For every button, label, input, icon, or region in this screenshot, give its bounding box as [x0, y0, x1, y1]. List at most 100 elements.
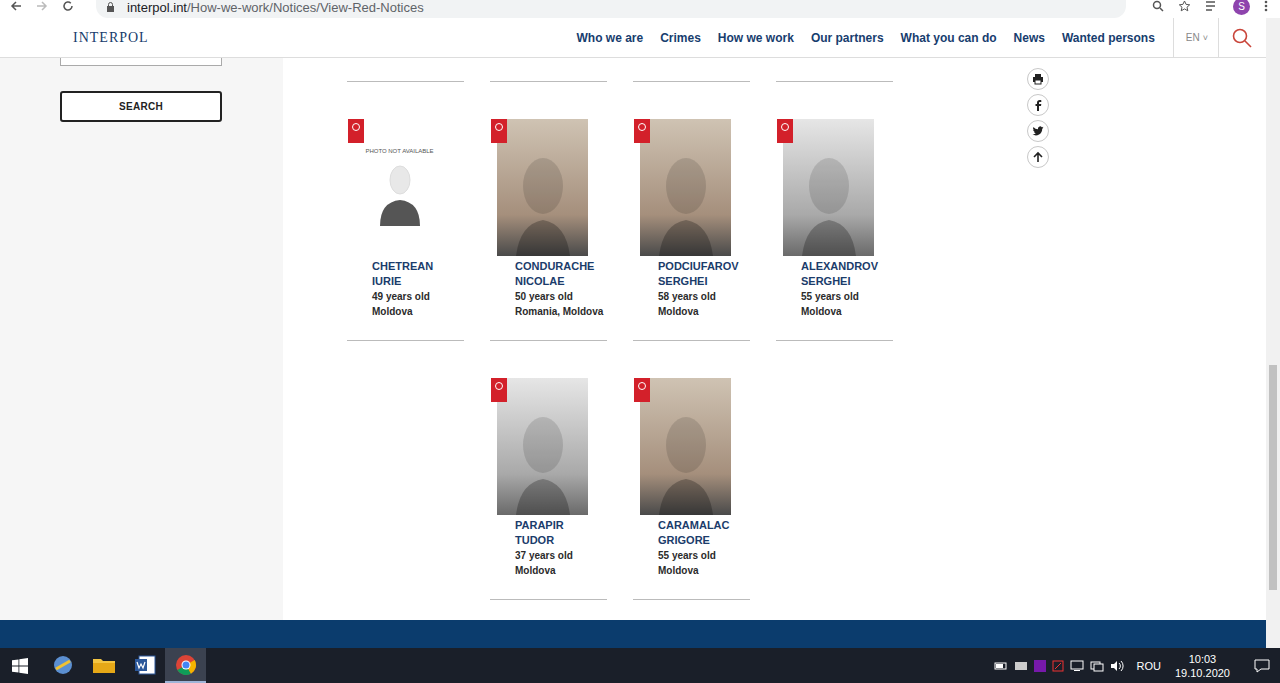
nav-link[interactable]: How we work [718, 31, 794, 45]
nationality: Moldova [658, 304, 750, 319]
portrait-icon [659, 146, 713, 256]
notice-photo[interactable]: PHOTO NOT AVAILABLE [354, 119, 445, 256]
forename[interactable]: GRIGORE [658, 533, 750, 548]
scrollbar-thumb[interactable] [1269, 365, 1277, 590]
clock[interactable]: 10:03 19.10.2020 [1175, 652, 1230, 680]
notice-photo[interactable] [640, 119, 731, 256]
taskbar-app[interactable] [124, 648, 165, 683]
nav-link[interactable]: Our partners [811, 31, 884, 45]
red-notice-badge-icon [348, 119, 364, 143]
share-button[interactable] [1027, 94, 1049, 116]
taskbar-app[interactable] [165, 648, 206, 683]
network-icon[interactable] [1090, 660, 1104, 672]
menu-icon[interactable] [1264, 0, 1268, 12]
surname[interactable]: PARAPIR [515, 518, 607, 533]
chrome-icon [175, 654, 197, 676]
notice-card[interactable]: CARAMALAC GRIGORE 55 years old Moldova [633, 378, 750, 600]
notice-photo[interactable] [497, 119, 588, 256]
notice-photo[interactable] [497, 378, 588, 515]
forward-icon[interactable] [36, 0, 48, 12]
notice-card[interactable]: ALEXANDROV SERGHEI 55 years old Moldova [776, 119, 893, 341]
nav-link[interactable]: Who we are [576, 31, 643, 45]
notice-photo[interactable] [640, 378, 731, 515]
search-field[interactable] [60, 58, 222, 66]
back-icon[interactable] [10, 0, 22, 12]
taskbar-app[interactable] [42, 648, 83, 683]
portrait-icon [659, 405, 713, 515]
print-icon [1032, 73, 1044, 85]
surname[interactable]: CONDURACHE [515, 259, 607, 274]
notice-card[interactable]: PODCIUFAROV SERGHEI 58 years old Moldova [633, 119, 750, 341]
share-button[interactable] [1027, 120, 1049, 142]
forename[interactable]: SERGHEI [801, 274, 893, 289]
notifications-icon[interactable] [1254, 659, 1270, 673]
main-nav: Who we are Crimes How we work Our partners W… [576, 18, 1172, 57]
surname[interactable]: PODCIUFAROV [658, 259, 750, 274]
taskbar-app[interactable] [83, 648, 124, 683]
start-button[interactable] [0, 648, 40, 683]
nav-link[interactable]: What you can do [901, 31, 997, 45]
zoom-icon[interactable] [1152, 0, 1164, 12]
taskbar: ROU 10:03 19.10.2020 [0, 648, 1280, 683]
red-notice-badge-icon [634, 378, 650, 402]
portrait-icon [516, 146, 570, 256]
share-button[interactable] [1027, 68, 1049, 90]
age: 55 years old [801, 289, 893, 304]
interpol-logo[interactable]: INTERPOL [0, 18, 149, 57]
surname[interactable]: CHETREAN [372, 259, 464, 274]
search-sidebar: SEARCH [0, 58, 283, 620]
notices-list: PHOTO NOT AVAILABLE CHETREAN IURIE 49 ye… [283, 58, 1266, 620]
word-icon [134, 655, 156, 675]
scrollbar[interactable] [1266, 18, 1280, 648]
time: 10:03 [1189, 652, 1217, 666]
forename[interactable]: SERGHEI [658, 274, 750, 289]
age: 50 years old [515, 289, 607, 304]
age: 37 years old [515, 548, 607, 563]
notice-card-bottom [776, 81, 893, 82]
nationality: Moldova [515, 563, 607, 578]
nationality: Moldova [801, 304, 893, 319]
red-notice-badge-icon [491, 378, 507, 402]
reload-icon[interactable] [62, 0, 74, 12]
notice-card[interactable]: CONDURACHE NICOLAE 50 years old Romania,… [490, 119, 607, 341]
battery-icon[interactable] [994, 661, 1008, 671]
silhouette-icon [375, 158, 425, 228]
antivirus-icon[interactable] [1052, 660, 1064, 672]
search-button[interactable]: SEARCH [60, 91, 222, 122]
forename[interactable]: IURIE [372, 274, 464, 289]
onenote-icon[interactable] [1034, 660, 1046, 672]
share-button[interactable] [1027, 146, 1049, 168]
input-language[interactable]: ROU [1136, 660, 1160, 672]
age: 49 years old [372, 289, 464, 304]
red-notice-badge-icon [491, 119, 507, 143]
surname[interactable]: CARAMALAC [658, 518, 750, 533]
volume-icon[interactable] [1110, 660, 1124, 672]
profile-avatar[interactable]: S [1233, 0, 1250, 15]
nav-link[interactable]: News [1014, 31, 1045, 45]
forename[interactable]: TUDOR [515, 533, 607, 548]
photo-placeholder-text: PHOTO NOT AVAILABLE [365, 148, 433, 154]
notice-card-bottom [633, 81, 750, 82]
surname[interactable]: ALEXANDROV [801, 259, 893, 274]
notice-card-bottom [490, 81, 607, 82]
nationality: Romania, Moldova [515, 304, 607, 319]
arrow-up-icon [1032, 151, 1044, 163]
notice-photo[interactable] [783, 119, 874, 256]
onedrive-icon[interactable] [1014, 661, 1028, 671]
nav-link[interactable]: Wanted persons [1062, 31, 1155, 45]
media-icon[interactable] [1205, 0, 1219, 12]
nav-link[interactable]: Crimes [660, 31, 701, 45]
notice-card-bottom [347, 81, 464, 82]
portrait-icon [516, 405, 570, 515]
notice-card[interactable]: PARAPIR TUDOR 37 years old Moldova [490, 378, 607, 600]
language-selector[interactable]: EN ˅ [1174, 18, 1218, 57]
forename[interactable]: NICOLAE [515, 274, 607, 289]
search-icon[interactable] [1232, 28, 1252, 48]
screen: interpol.int/How-we-work/Notices/View-Re… [0, 0, 1280, 683]
star-icon[interactable] [1178, 0, 1191, 12]
notice-card[interactable]: PHOTO NOT AVAILABLE CHETREAN IURIE 49 ye… [347, 119, 464, 341]
red-notice-badge-icon [634, 119, 650, 143]
lock-icon [106, 2, 115, 12]
display-icon[interactable] [1070, 660, 1084, 672]
address-bar[interactable]: interpol.int/How-we-work/Notices/View-Re… [96, 0, 1126, 18]
